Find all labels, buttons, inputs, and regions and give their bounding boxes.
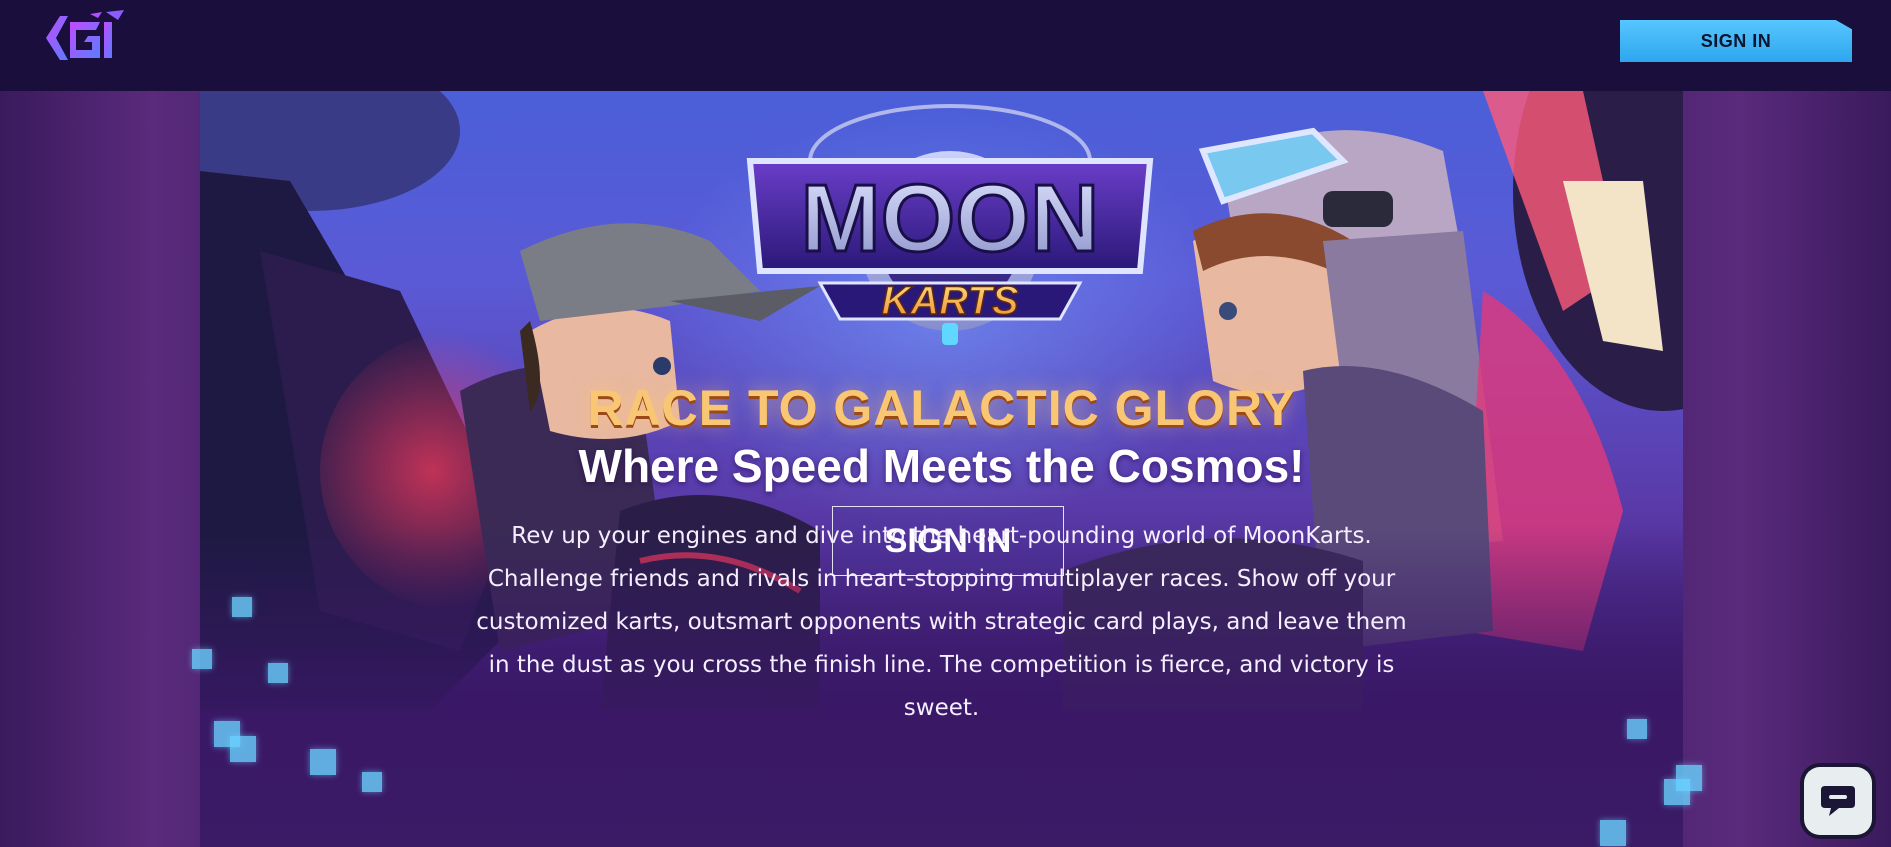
moonkarts-logo: MOON KARTS: [746, 104, 1154, 345]
description-line: Challenge friends and rivals in heart-st…: [487, 566, 1396, 592]
description-line: in the dust as you cross the finish line…: [488, 652, 1395, 678]
description-line: customized karts, outsmart opponents wit…: [476, 609, 1407, 635]
hero-tagline: RACE TO GALACTIC GLORY: [587, 380, 1296, 436]
hero-description: Rev up your engines and dive into the he…: [200, 515, 1683, 730]
description-line: sweet.: [903, 695, 980, 721]
hero-banner: MOON KARTS RACE TO GALACTIC GLORY Where …: [200, 91, 1683, 847]
top-navigation-bar: SIGN IN: [0, 0, 1891, 91]
decorative-pixel: [230, 736, 256, 762]
description-line: Rev up your engines and dive into the he…: [511, 523, 1372, 549]
decorative-pixel: [1600, 820, 1626, 846]
chat-widget-inner: [1804, 767, 1872, 835]
logo-word-moon: MOON: [801, 165, 1100, 272]
hero-section: MOON KARTS RACE TO GALACTIC GLORY Where …: [0, 91, 1891, 847]
chat-bubble-icon: [1821, 786, 1855, 816]
decorative-pixel: [1664, 779, 1690, 805]
logo-word-karts: KARTS: [881, 279, 1018, 323]
chat-widget-button[interactable]: [1800, 763, 1876, 839]
kgi-logo-icon[interactable]: [40, 8, 130, 72]
header-sign-in-button[interactable]: SIGN IN: [1620, 20, 1852, 62]
decorative-pixel: [310, 749, 336, 775]
decorative-pixel: [362, 772, 382, 792]
hero-subheading: Where Speed Meets the Cosmos!: [578, 440, 1305, 492]
